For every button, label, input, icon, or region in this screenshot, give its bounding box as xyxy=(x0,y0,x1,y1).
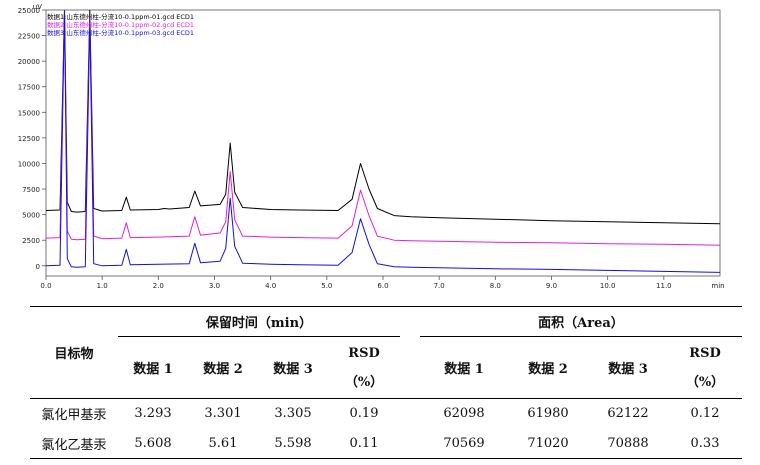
y-tick-label: 20000 xyxy=(18,58,40,66)
chart-legend: 数据1:山东德州柱-分流10-0.1ppm-01.gcd ECD1数据2:山东德… xyxy=(47,12,194,37)
series-line-1 xyxy=(46,10,720,225)
x-tick-label: 2.0 xyxy=(153,282,164,290)
rt-value: 3.305 xyxy=(274,406,312,422)
area-rsd-label: RSD xyxy=(689,345,721,361)
compound-name: 氯化甲基汞 xyxy=(41,408,107,424)
x-tick-label: 11.0 xyxy=(656,282,672,290)
y-axis-unit: uV xyxy=(33,3,42,11)
x-tick-label: 6.0 xyxy=(377,282,388,290)
area-rsd-unit: （%） xyxy=(685,374,725,390)
rt-value: 5.61 xyxy=(208,435,238,451)
results-table: 目标物 保留时间（min） 面积（Area） 数据 1 数据 2 数据 3 RS… xyxy=(30,306,742,459)
y-tick-label: 5000 xyxy=(22,212,40,220)
rt-header-1: 数据 1 xyxy=(133,362,173,377)
rt-rsd-header: RSD （%） xyxy=(328,337,400,399)
x-tick-label: 0.0 xyxy=(40,282,51,290)
area-value: 62098 xyxy=(443,406,485,422)
chart-axes: 0 2500 5000 7500 10000 12500 15000 17500 20000 22… xyxy=(18,3,725,290)
rt-header-2: 数据 2 xyxy=(203,362,243,377)
retention-header: 保留时间（min） xyxy=(118,306,400,337)
x-tick-label: 4.0 xyxy=(265,282,276,290)
table-row: 氯化甲基汞 3.293 3.301 3.305 0.19 62098 61980… xyxy=(30,399,742,429)
compound-name: 氯化乙基汞 xyxy=(41,437,107,453)
rt-rsd-unit: （%） xyxy=(344,374,384,390)
x-tick-label: 1.0 xyxy=(97,282,108,290)
rt-value: 5.598 xyxy=(274,435,312,451)
y-tick-label: 7500 xyxy=(22,186,40,194)
area-value: 70888 xyxy=(607,435,649,451)
series-line-3 xyxy=(46,10,720,273)
x-tick-label: 10.0 xyxy=(600,282,616,290)
rt-rsd-label: RSD xyxy=(348,345,380,361)
area-rsd-value: 0.12 xyxy=(690,406,720,422)
chromatogram-chart: 0 2500 5000 7500 10000 12500 15000 17500 20000 22… xyxy=(18,3,725,290)
chart-series xyxy=(46,10,720,273)
area-rsd-header: RSD （%） xyxy=(668,337,742,399)
rt-rsd-value: 0.11 xyxy=(349,435,379,451)
y-tick-label: 17500 xyxy=(18,84,40,92)
legend-entry-2: 数据2:山东德州柱-分流10-0.1ppm-02.gcd ECD1 xyxy=(47,20,194,29)
y-tick-label: 15000 xyxy=(18,109,40,117)
y-tick-label: 10000 xyxy=(18,160,40,168)
y-tick-label: 12500 xyxy=(18,135,40,143)
area-rsd-value: 0.33 xyxy=(690,435,720,451)
target-header: 目标物 xyxy=(30,306,118,399)
rt-value: 5.608 xyxy=(134,435,172,451)
area-header-2: 数据 2 xyxy=(528,362,568,377)
area-value: 70569 xyxy=(443,435,485,451)
area-header-3: 数据 3 xyxy=(608,362,648,377)
area-header: 面积（Area） xyxy=(420,306,742,337)
area-value: 61980 xyxy=(527,406,569,422)
x-tick-label: 9.0 xyxy=(546,282,557,290)
x-axis-unit: min xyxy=(711,282,724,290)
area-value: 71020 xyxy=(527,435,569,451)
y-tick-label: 2500 xyxy=(22,237,40,245)
x-tick-label: 8.0 xyxy=(490,282,501,290)
table-row: 氯化乙基汞 5.608 5.61 5.598 0.11 70569 71020 … xyxy=(30,429,742,459)
rt-value: 3.293 xyxy=(134,406,172,422)
x-tick-label: 3.0 xyxy=(209,282,220,290)
legend-entry-1: 数据1:山东德州柱-分流10-0.1ppm-01.gcd ECD1 xyxy=(47,12,194,21)
rt-header-3: 数据 3 xyxy=(273,362,313,377)
legend-entry-3: 数据3:山东德州柱-分流10-0.1ppm-03.gcd ECD1 xyxy=(47,28,194,37)
y-tick-label: 22500 xyxy=(18,33,40,41)
area-header-1: 数据 1 xyxy=(444,362,484,377)
rt-value: 3.301 xyxy=(204,406,242,422)
y-tick-label: 0 xyxy=(36,263,40,271)
x-tick-label: 5.0 xyxy=(321,282,332,290)
rt-rsd-value: 0.19 xyxy=(349,406,379,422)
plot-frame xyxy=(45,9,721,277)
area-value: 62122 xyxy=(607,406,649,422)
x-tick-label: 7.0 xyxy=(434,282,445,290)
